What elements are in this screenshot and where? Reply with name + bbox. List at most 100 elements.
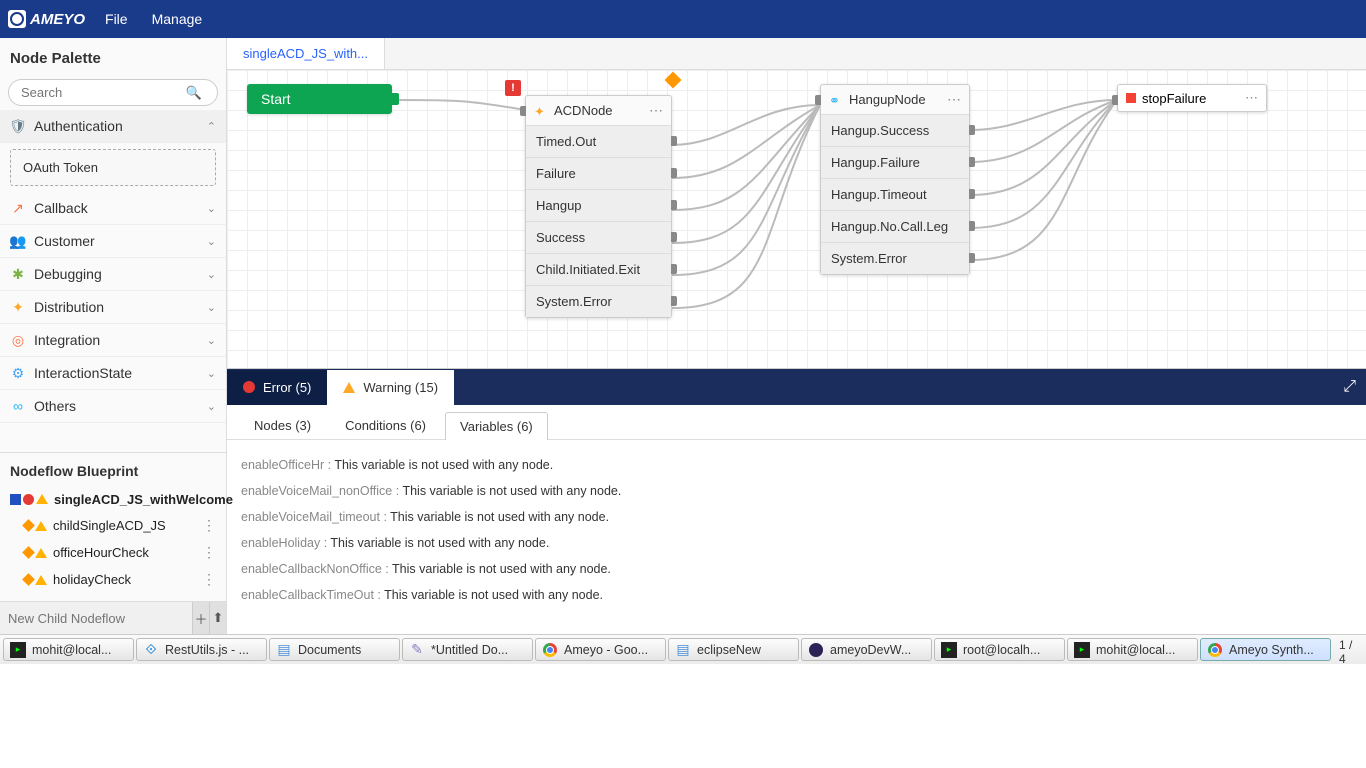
issue-row[interactable]: enableOfficeHr : This variable is not us… (241, 452, 1352, 478)
menu-manage[interactable]: Manage (152, 11, 203, 27)
issues-list: enableOfficeHr : This variable is not us… (227, 440, 1366, 634)
node-output[interactable]: Hangup.Failure (821, 146, 969, 178)
node-output[interactable]: Timed.Out (526, 125, 671, 157)
chevron-down-icon: ⌄ (207, 367, 216, 380)
node-output[interactable]: Hangup (526, 189, 671, 221)
node-menu-icon[interactable]: ⋯ (947, 91, 961, 108)
issues-panel: Error (5) Warning (15) ⤢ Nodes (3)Condit… (227, 368, 1366, 634)
category-distribution[interactable]: ✦Distribution⌄ (0, 291, 226, 324)
output-port[interactable] (969, 221, 975, 231)
stop-failure-node[interactable]: stopFailure ⋯ (1117, 84, 1267, 112)
output-port[interactable] (969, 189, 975, 199)
category-callback[interactable]: ↗Callback⌄ (0, 192, 226, 225)
error-dot-icon (23, 494, 34, 505)
taskbar-item[interactable]: ▤eclipseNew (668, 638, 799, 661)
node-output[interactable]: System.Error (526, 285, 671, 317)
menu-file[interactable]: File (105, 11, 128, 27)
output-port[interactable] (671, 232, 677, 242)
taskbar-item[interactable]: Ameyo - Goo... (535, 638, 666, 661)
taskbar-item[interactable]: ▸root@localh... (934, 638, 1065, 661)
taskbar-item[interactable]: ▤Documents (269, 638, 400, 661)
issue-row[interactable]: enableHoliday : This variable is not use… (241, 530, 1352, 556)
output-port[interactable] (969, 253, 975, 263)
category-interactionstate[interactable]: ⚙InteractionState⌄ (0, 357, 226, 390)
node-output[interactable]: Failure (526, 157, 671, 189)
sidebar: Node Palette 🔍 🛡Authentication⌃OAuth Tok… (0, 38, 227, 634)
issue-row[interactable]: enableCallbackTimeOut : This variable is… (241, 582, 1352, 608)
taskbar-item[interactable]: ▸mohit@local... (3, 638, 134, 661)
taskbar-item[interactable]: ⟐RestUtils.js - ... (136, 638, 267, 661)
item-menu-icon[interactable]: ⋮ (202, 571, 216, 588)
palette-node-item[interactable]: OAuth Token (10, 149, 216, 186)
issue-subtab[interactable]: Variables (6) (445, 412, 548, 440)
output-port[interactable] (671, 296, 677, 306)
issue-row[interactable]: enableVoiceMail_timeout : This variable … (241, 504, 1352, 530)
node-output[interactable]: System.Error (821, 242, 969, 274)
collapse-panel-icon[interactable]: ⤢ (1343, 378, 1356, 396)
start-node[interactable]: Start (247, 84, 392, 114)
chrome-icon (542, 642, 558, 658)
category-label: Authentication (34, 118, 123, 134)
hangup-icon: ⚭ (829, 93, 843, 107)
output-port[interactable] (392, 93, 399, 105)
node-output[interactable]: Hangup.Success (821, 114, 969, 146)
taskbar-item[interactable]: ▸mohit@local... (1067, 638, 1198, 661)
input-port[interactable] (815, 95, 821, 105)
output-port[interactable] (969, 125, 975, 135)
new-child-input[interactable] (0, 603, 192, 634)
add-child-button[interactable]: ＋ (192, 602, 209, 634)
blueprint-title: Nodeflow Blueprint (0, 453, 226, 487)
category-debugging[interactable]: ✱Debugging⌄ (0, 258, 226, 291)
taskbar-item[interactable]: Ameyo Synth... (1200, 638, 1331, 661)
issue-row[interactable]: enableCallbackNonOffice : This variable … (241, 556, 1352, 582)
category-customer[interactable]: 👥Customer⌄ (0, 225, 226, 258)
category-icon: ∞ (10, 398, 26, 414)
output-port[interactable] (671, 200, 677, 210)
item-menu-icon[interactable]: ⋮ (202, 544, 216, 561)
item-menu-icon[interactable]: ⋮ (202, 517, 216, 534)
flow-canvas[interactable]: Start ! ✦ ACDNode ⋯ Timed.OutFailureHang… (227, 70, 1366, 368)
category-others[interactable]: ∞Others⌄ (0, 390, 226, 423)
issue-row[interactable]: enableVoiceMail_nonOffice : This variabl… (241, 478, 1352, 504)
node-output[interactable]: Child.Initiated.Exit (526, 253, 671, 285)
search-icon[interactable]: 🔍 (186, 85, 202, 101)
issue-subtab[interactable]: Nodes (3) (239, 411, 326, 439)
upload-child-button[interactable]: ⬆ (209, 602, 226, 634)
blueprint-child[interactable]: officeHourCheck⋮ (4, 539, 222, 566)
node-menu-icon[interactable]: ⋯ (1245, 90, 1258, 106)
blueprint-child[interactable]: holidayCheck⋮ (4, 566, 222, 593)
editor-tab[interactable]: singleACD_JS_with... (227, 38, 385, 69)
category-authentication[interactable]: 🛡Authentication⌃ (0, 110, 226, 143)
blueprint-root[interactable]: singleACD_JS_withWelcome (4, 487, 222, 512)
output-port[interactable] (671, 264, 677, 274)
taskbar-item[interactable]: ameyoDevW... (801, 638, 932, 661)
node-menu-icon[interactable]: ⋯ (649, 102, 663, 119)
error-tab[interactable]: Error (5) (227, 370, 327, 405)
taskbar-item[interactable]: ✎*Untitled Do... (402, 638, 533, 661)
files-icon: ▤ (276, 642, 292, 658)
chevron-up-icon: ⌃ (207, 120, 216, 133)
brand-logo: AMEYO (8, 10, 85, 28)
issue-subtab[interactable]: Conditions (6) (330, 411, 441, 439)
acd-node[interactable]: ✦ ACDNode ⋯ Timed.OutFailureHangupSucces… (525, 95, 672, 318)
input-port[interactable] (1112, 95, 1118, 105)
warning-tab-label: Warning (15) (363, 380, 438, 395)
category-icon: ✦ (10, 299, 26, 315)
warning-tab[interactable]: Warning (15) (327, 370, 454, 405)
node-output[interactable]: Hangup.Timeout (821, 178, 969, 210)
connections (227, 70, 1366, 368)
category-label: Distribution (34, 299, 104, 315)
blueprint-child[interactable]: childSingleACD_JS⋮ (4, 512, 222, 539)
top-menu-bar: AMEYO File Manage (0, 0, 1366, 38)
output-port[interactable] (671, 136, 677, 146)
output-port[interactable] (671, 168, 677, 178)
error-badge-icon[interactable]: ! (505, 80, 521, 96)
input-port[interactable] (520, 106, 526, 116)
workspace-indicator[interactable]: 1 / 4 (1333, 638, 1363, 661)
category-integration[interactable]: ◎Integration⌄ (0, 324, 226, 357)
category-label: InteractionState (34, 365, 132, 381)
output-port[interactable] (969, 157, 975, 167)
hangup-node[interactable]: ⚭ HangupNode ⋯ Hangup.SuccessHangup.Fail… (820, 84, 970, 275)
node-output[interactable]: Success (526, 221, 671, 253)
node-output[interactable]: Hangup.No.Call.Leg (821, 210, 969, 242)
